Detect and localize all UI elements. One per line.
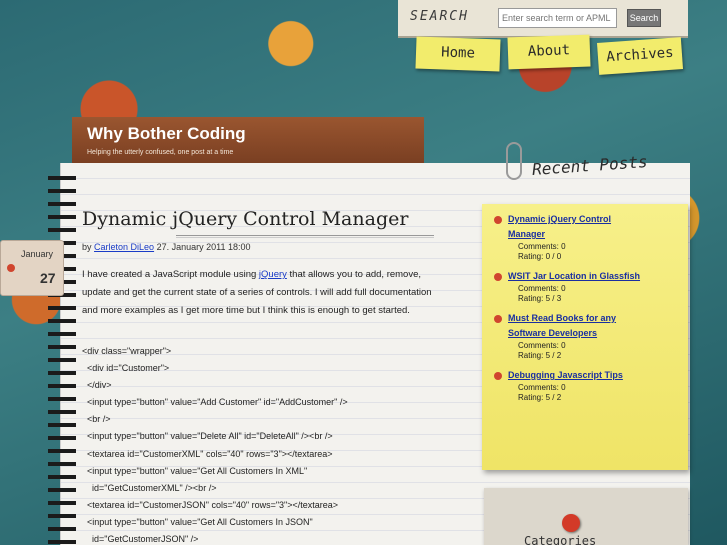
code-line: id="GetCustomerXML" /><br /> xyxy=(82,482,217,493)
code-line: <input type="button" value="Add Customer… xyxy=(82,397,348,408)
paperclip-icon xyxy=(506,142,522,180)
author-link[interactable]: Carleton DiLeo xyxy=(94,242,154,252)
recent-post-item: Dynamic jQuery Control Manager Comments: … xyxy=(494,212,674,262)
code-line: <textarea id="CustomerJSON" cols="40" ro… xyxy=(82,499,339,510)
recent-posts-header: Recent Posts xyxy=(496,142,682,202)
bullet-icon xyxy=(494,315,502,323)
bullet-icon xyxy=(494,273,502,281)
categories-title: Categories xyxy=(524,534,597,545)
nav-about[interactable]: About xyxy=(507,34,591,70)
search-input[interactable] xyxy=(498,8,617,28)
nav-archives[interactable]: Archives xyxy=(596,37,684,75)
recent-post-item: WSIT Jar Location in Glassfish Comments:… xyxy=(494,269,674,304)
recent-post-link[interactable]: Must Read Books for any Software Develope… xyxy=(508,311,674,341)
spiral-binding xyxy=(48,170,76,545)
code-line: <input type="button" value="Delete All" … xyxy=(82,431,333,442)
search-button[interactable]: Search xyxy=(627,9,661,27)
site-tagline: Helping the utterly confused, one post a… xyxy=(87,149,234,156)
recent-post-comments: Comments: 0 xyxy=(518,341,566,350)
jquery-link[interactable]: jQuery xyxy=(259,269,287,280)
recent-post-link[interactable]: Dynamic jQuery Control Manager xyxy=(508,212,674,242)
recent-posts-note: Dynamic jQuery Control Manager Comments: … xyxy=(482,204,688,470)
title-divider xyxy=(176,235,434,238)
code-line: </div> xyxy=(82,380,112,391)
recent-post-rating: Rating: 5 / 3 xyxy=(518,294,562,303)
code-line: <input type="button" value="Get All Cust… xyxy=(82,465,308,476)
recent-post-rating: Rating: 5 / 2 xyxy=(518,393,562,402)
recent-post-link[interactable]: WSIT Jar Location in Glassfish xyxy=(508,269,674,284)
bullet-icon xyxy=(494,216,502,224)
date-month: January xyxy=(21,249,54,259)
nav-home[interactable]: Home xyxy=(415,36,501,72)
code-line: id="GetCustomerJSON" /> xyxy=(82,534,199,545)
post-text-1: I have created a JavaScript module using xyxy=(82,269,259,280)
post-by: by xyxy=(82,242,92,252)
date-day: 27 xyxy=(40,270,56,286)
code-line: <textarea id="CustomerXML" cols="40" row… xyxy=(82,448,333,459)
post-date: 27. January 2011 18:00 xyxy=(156,242,251,252)
pushpin-icon xyxy=(562,514,580,532)
date-badge: January 27 xyxy=(0,240,64,296)
code-line: <br /> xyxy=(82,414,111,425)
search-label: SEARCH xyxy=(410,9,469,24)
recent-post-item: Debugging Javascript Tips Comments: 0 Ra… xyxy=(494,368,674,403)
recent-post-comments: Comments: 0 xyxy=(518,383,566,392)
bullet-icon xyxy=(494,372,502,380)
post-meta: by Carleton DiLeo 27. January 2011 18:00 xyxy=(82,242,251,252)
code-block: <div class="wrapper"> <div id="Customer"… xyxy=(82,343,452,545)
recent-post-rating: Rating: 5 / 2 xyxy=(518,351,562,360)
post-body: I have created a JavaScript module using… xyxy=(82,266,442,320)
post-title[interactable]: Dynamic jQuery Control Manager xyxy=(82,208,408,230)
code-line: <input type="button" value="Get All Cust… xyxy=(82,516,313,527)
recent-post-rating: Rating: 0 / 0 xyxy=(518,252,562,261)
recent-post-comments: Comments: 0 xyxy=(518,284,566,293)
site-title[interactable]: Why Bother Coding xyxy=(87,124,246,144)
pin-icon xyxy=(7,264,15,272)
recent-posts-title: Recent Posts xyxy=(531,151,649,180)
code-line: <div id="Customer"> xyxy=(82,363,170,374)
code-line: <div class="wrapper"> xyxy=(82,346,172,356)
recent-post-comments: Comments: 0 xyxy=(518,242,566,251)
recent-post-item: Must Read Books for any Software Develope… xyxy=(494,311,674,361)
site-header: Why Bother Coding Helping the utterly co… xyxy=(72,117,424,163)
categories-card: Categories xyxy=(484,488,688,545)
recent-post-link[interactable]: Debugging Javascript Tips xyxy=(508,368,674,383)
